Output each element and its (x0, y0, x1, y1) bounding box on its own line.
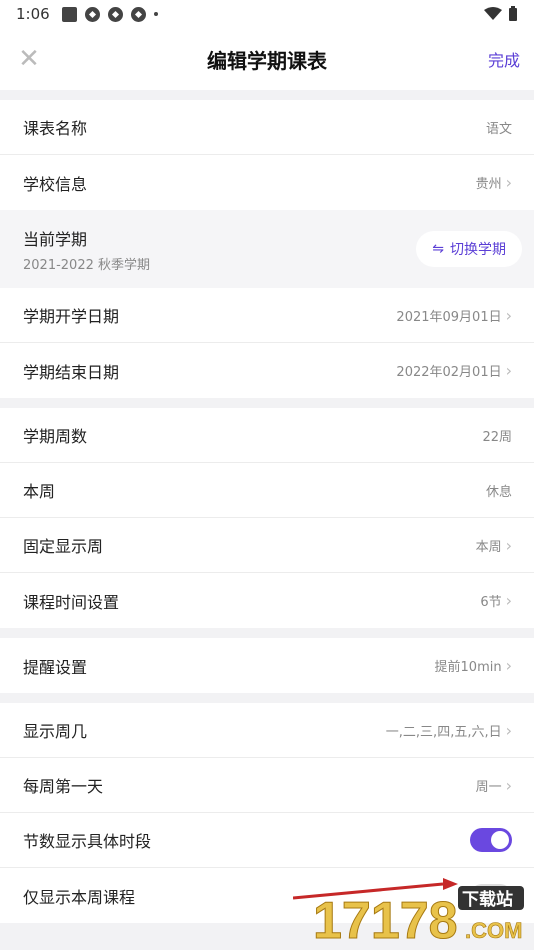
only-week-toggle[interactable] (470, 883, 512, 908)
reminder-group: 提醒设置 提前10min › (0, 638, 534, 693)
show-time-row: 节数显示具体时段 (0, 813, 534, 868)
chevron-right-icon: › (505, 775, 512, 795)
more-dot-icon (153, 12, 158, 16)
first-day-value: 周一 (475, 779, 502, 795)
status-right (484, 6, 518, 22)
term-weeks-row[interactable]: 学期周数 22周 (0, 408, 534, 463)
this-week-row[interactable]: 本周 休息 (0, 463, 534, 518)
chevron-right-icon: › (505, 591, 512, 610)
row-value: 2022年02月01日 › (396, 361, 512, 380)
reminder-value: 提前10min (434, 660, 502, 675)
end-date-row[interactable]: 学期结束日期 2022年02月01日 › (0, 343, 534, 398)
close-icon[interactable]: ✕ (14, 44, 44, 74)
chevron-right-icon: › (505, 361, 512, 380)
row-value: 本周 › (476, 536, 512, 555)
row-label: 课程时间设置 (23, 592, 120, 612)
row-label: 节数显示具体时段 (23, 832, 152, 851)
term-text: 当前学期 2021-2022 秋季学期 (23, 226, 150, 273)
row-label: 提醒设置 (23, 657, 88, 677)
row-label: 学校信息 (23, 174, 88, 194)
row-label: 本周 (23, 482, 56, 501)
class-time-row[interactable]: 课程时间设置 6节 › (0, 573, 534, 628)
show-time-toggle[interactable] (470, 828, 512, 852)
row-value: 语文 (486, 118, 512, 137)
sync-icon (130, 6, 146, 22)
status-time: 1:06 (16, 5, 50, 23)
chevron-right-icon: › (505, 656, 512, 675)
only-week-row: 仅显示本周课程 (0, 868, 534, 923)
start-date-row[interactable]: 学期开学日期 2021年09月01日 › (0, 288, 534, 343)
weekdays-row[interactable]: 显示周几 一,二,三,四,五,六,日 › (0, 703, 534, 758)
row-value: 周一 › (476, 776, 512, 795)
class-time-value: 6节 (480, 595, 502, 610)
notification-icons (61, 6, 158, 22)
first-day-row[interactable]: 每周第一天 周一 › (0, 758, 534, 813)
switch-term-button[interactable]: ⇋ 切换学期 (416, 231, 522, 267)
fixed-week-row[interactable]: 固定显示周 本周 › (0, 518, 534, 573)
wifi-icon (484, 7, 502, 20)
weeks-value: 22周 (482, 429, 512, 445)
row-label: 学期开学日期 (23, 307, 120, 326)
row-label: 固定显示周 (23, 537, 104, 556)
switch-term-label: 切换学期 (450, 242, 506, 258)
battery-icon (509, 6, 517, 21)
row-value: 贵州 › (476, 173, 512, 192)
week-settings-group: 学期周数 22周 本周 休息 固定显示周 本周 › 课程时间设置 6节 › (0, 408, 534, 628)
app-notification-icon (61, 6, 77, 22)
current-term-row: 当前学期 2021-2022 秋季学期 ⇋ 切换学期 (0, 210, 534, 288)
row-value: 休息 (486, 481, 512, 500)
display-group: 显示周几 一,二,三,四,五,六,日 › 每周第一天 周一 › 节数显示具体时段 仅… (0, 703, 534, 923)
this-week-value: 休息 (485, 484, 512, 500)
chevron-right-icon: › (505, 305, 512, 325)
row-label: 每周第一天 (23, 777, 104, 796)
weekdays-value: 一,二,三,四,五,六,日 (385, 724, 502, 740)
status-bar: 1:06 (0, 0, 534, 28)
term-dates-group: 学期开学日期 2021年09月01日 › 学期结束日期 2022年02月01日 › (0, 288, 534, 398)
reminder-row[interactable]: 提醒设置 提前10min › (0, 638, 534, 693)
course-name-value: 语文 (485, 121, 512, 137)
chevron-right-icon: › (505, 720, 512, 740)
end-date-value: 2022年02月01日 (396, 365, 502, 380)
course-info-group: 课表名称 语文 学校信息 贵州 › (0, 100, 534, 210)
term-title: 当前学期 (23, 229, 88, 249)
row-label: 仅显示本周课程 (23, 887, 136, 907)
chevron-right-icon: › (505, 173, 512, 192)
term-subtitle: 2021-2022 秋季学期 (23, 257, 150, 273)
start-date-value: 2021年09月01日 (396, 309, 502, 325)
swap-arrows-icon: ⇋ (432, 241, 444, 257)
row-value: 一,二,三,四,五,六,日 › (386, 721, 512, 740)
chevron-right-icon: › (505, 535, 512, 555)
row-label: 学期周数 (23, 427, 88, 446)
fixed-week-value: 本周 (475, 539, 502, 555)
school-value: 贵州 (475, 177, 502, 192)
sync-icon (84, 6, 100, 22)
nav-bar: ✕ 编辑学期课表 完成 (0, 28, 534, 90)
row-label: 课表名称 (23, 119, 88, 138)
page-title: 编辑学期课表 (207, 48, 327, 73)
course-name-row[interactable]: 课表名称 语文 (0, 100, 534, 155)
done-button[interactable]: 完成 (488, 47, 520, 71)
row-value: 6节 › (480, 591, 512, 610)
row-value: 提前10min › (435, 656, 512, 675)
sync-icon (107, 6, 123, 22)
row-label: 学期结束日期 (23, 362, 120, 382)
row-value: 2021年09月01日 › (396, 306, 512, 325)
row-value: 22周 (482, 426, 512, 445)
row-label: 显示周几 (23, 722, 88, 741)
school-info-row[interactable]: 学校信息 贵州 › (0, 155, 534, 210)
